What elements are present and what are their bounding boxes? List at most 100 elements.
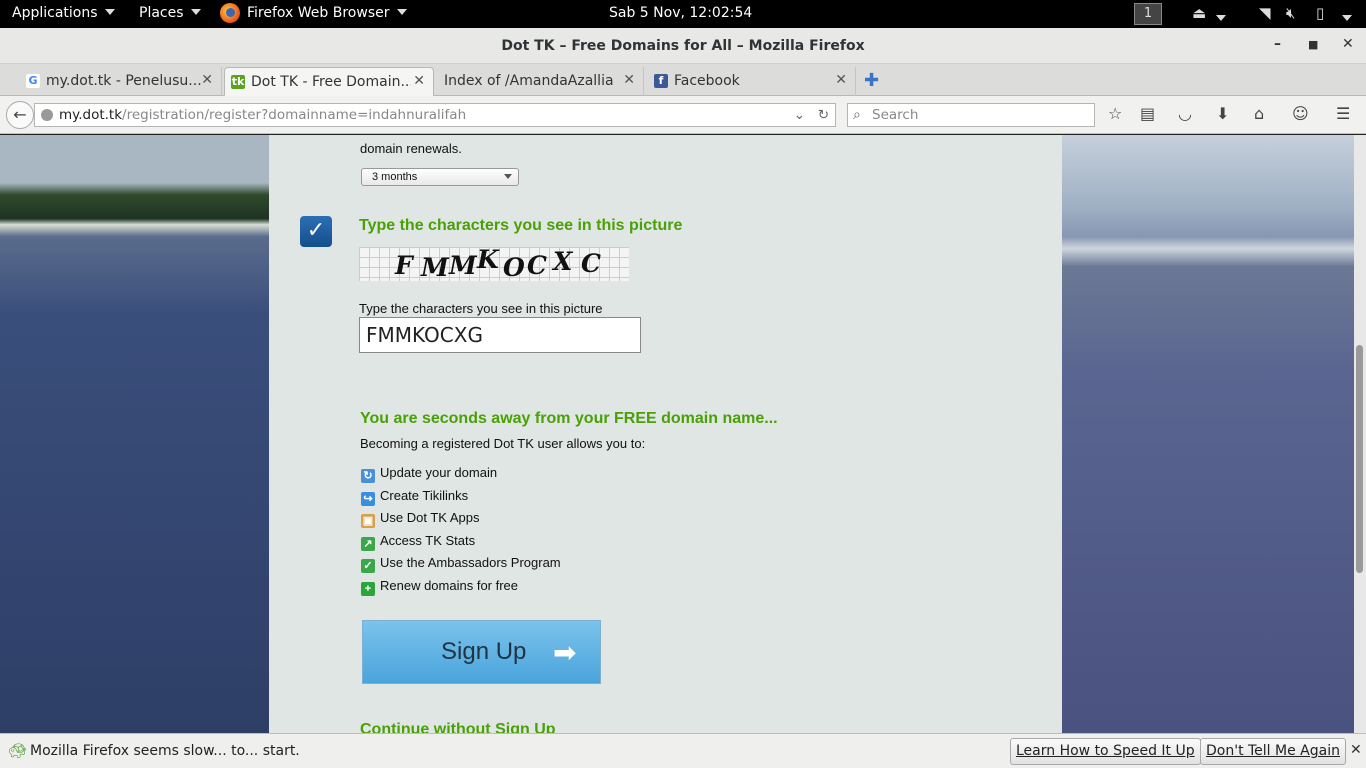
chevron-down-icon [396, 9, 407, 15]
new-tab-button[interactable]: ✚ [864, 70, 879, 91]
benefit-label: Access TK Stats [380, 533, 476, 548]
scrollbar-thumb[interactable] [1356, 345, 1363, 573]
captcha-char: M [421, 253, 449, 282]
benefit-item: ↪ Create Tikilinks [361, 488, 468, 506]
tab-label: Facebook [674, 73, 740, 89]
sign-up-button[interactable]: Sign Up ➡ [362, 620, 601, 684]
reload-icon[interactable]: ↻ [818, 104, 829, 126]
window-titlebar: Dot TK – Free Domains for All – Mozilla … [0, 28, 1366, 64]
tab-label: my.dot.tk - Penelusu... [46, 73, 202, 89]
sign-up-label: Sign Up [441, 638, 527, 665]
battery-icon[interactable]: ▯ [1316, 4, 1324, 22]
window-title: Dot TK – Free Domains for All – Mozilla … [501, 38, 865, 54]
captcha-image: F M M K O C X C [359, 245, 629, 282]
registration-panel: domain renewals. 3 months ✓ Type the cha… [269, 135, 1062, 733]
chat-icon[interactable]: ☺ [1292, 104, 1309, 123]
tab-label: Index of /AmandaAzallia [444, 73, 614, 89]
captcha-char: X [553, 247, 573, 276]
tab-label: Dot TK - Free Domain... [251, 74, 411, 90]
captcha-heading: Type the characters you see in this pict… [359, 217, 683, 234]
shield-check-icon: ✓ [361, 559, 375, 573]
continue-without-signup-link[interactable]: Continue without Sign Up [360, 721, 556, 733]
close-icon[interactable]: ✕ [1350, 742, 1362, 758]
captcha-char: C [527, 251, 547, 280]
plus-icon: + [361, 582, 375, 596]
places-menu[interactable]: Places [139, 5, 201, 21]
background-sea-right [1062, 135, 1354, 733]
captcha-char: C [581, 249, 601, 278]
close-icon[interactable]: ✕ [835, 72, 847, 88]
facebook-icon: f [654, 74, 668, 88]
places-label: Places [139, 5, 184, 21]
menu-icon[interactable]: ☰ [1336, 104, 1350, 123]
reading-list-icon[interactable]: ▤ [1140, 104, 1155, 123]
renewal-text: domain renewals. [360, 141, 462, 156]
search-bar[interactable]: ⌕ Search [847, 103, 1095, 127]
captcha-char: K [477, 245, 499, 274]
tab-index[interactable]: Index of /AmandaAzallia ✕ [436, 67, 644, 96]
link-arrow-icon: ↪ [361, 492, 375, 506]
tab-strip: G my.dot.tk - Penelusu... ✕ tk Dot TK - … [0, 64, 1366, 96]
notification-bar: 🐢︎ Mozilla Firefox seems slow... to... s… [0, 733, 1366, 768]
benefit-label: Update your domain [380, 465, 498, 480]
benefit-item: ↻ Update your domain [361, 465, 497, 483]
chevron-down-icon[interactable] [1216, 9, 1226, 27]
pocket-icon[interactable]: ◡ [1178, 104, 1192, 123]
firefox-icon [220, 3, 240, 23]
close-icon[interactable]: ✕ [413, 73, 425, 89]
turtle-icon: 🐢︎ [8, 742, 28, 760]
captcha-char: O [503, 253, 525, 282]
chevron-down-icon [190, 9, 201, 15]
promo-subtitle: Becoming a registered Dot TK user allows… [360, 436, 646, 451]
apps-box-icon: ▣ [361, 514, 375, 528]
app-menu[interactable]: Firefox Web Browser [247, 5, 407, 21]
tab-facebook[interactable]: f Facebook ✕ [648, 67, 856, 96]
renewal-period-select[interactable]: 3 months [361, 168, 519, 186]
search-placeholder: Search [872, 107, 919, 123]
tab-dottk[interactable]: tk Dot TK - Free Domain... ✕ [224, 67, 434, 96]
update-icon: ↻ [361, 469, 375, 483]
wifi-icon[interactable]: ◥ [1259, 4, 1271, 22]
close-icon[interactable]: ✕ [623, 72, 635, 88]
volume-muted-icon[interactable]: 🔇︎ [1286, 4, 1295, 22]
minimize-button[interactable]: – [1274, 36, 1281, 52]
url-path: /registration/register?domainname=indahn… [122, 107, 467, 123]
promo-heading: You are seconds away from your FREE doma… [360, 410, 778, 427]
benefit-item: ✓ Use the Ambassadors Program [361, 555, 561, 573]
maximize-button[interactable]: ■ [1308, 38, 1318, 51]
eject-icon[interactable]: ⏏ [1192, 4, 1206, 22]
applications-menu[interactable]: Applications [12, 5, 115, 21]
notification-message: Mozilla Firefox seems slow... to... star… [30, 743, 300, 759]
workspace-indicator[interactable]: 1 [1134, 3, 1162, 25]
dont-tell-again-button[interactable]: Don't Tell Me Again [1200, 738, 1346, 765]
site-info-icon[interactable] [41, 109, 53, 121]
arrow-right-icon: ➡ [553, 637, 577, 668]
chevron-down-icon[interactable]: ⌄ [794, 104, 805, 126]
close-icon[interactable]: ✕ [201, 72, 213, 88]
dottk-icon: tk [231, 75, 245, 89]
applications-label: Applications [12, 5, 98, 21]
benefit-label: Use the Ambassadors Program [380, 555, 561, 570]
bookmark-star-icon[interactable]: ☆ [1108, 104, 1122, 123]
benefit-item: ▣ Use Dot TK Apps [361, 510, 479, 528]
download-icon[interactable]: ⬇ [1216, 104, 1229, 123]
page-viewport: domain renewals. 3 months ✓ Type the cha… [0, 135, 1366, 733]
back-button[interactable]: ← [6, 101, 34, 129]
chevron-down-icon[interactable] [1342, 9, 1352, 27]
captcha-char: F [395, 251, 413, 280]
search-icon: ⌕ [853, 107, 861, 123]
url-bar[interactable]: my.dot.tk/registration/register?domainna… [34, 103, 836, 127]
benefit-label: Use Dot TK Apps [380, 510, 480, 525]
clock[interactable]: Sab 5 Nov, 12:02:54 [609, 5, 752, 21]
close-window-button[interactable]: ✕ [1342, 36, 1354, 52]
url-host: my.dot.tk [59, 107, 123, 123]
tab-google[interactable]: G my.dot.tk - Penelusu... ✕ [20, 67, 222, 96]
home-icon[interactable]: ⌂ [1254, 104, 1264, 123]
captcha-input[interactable]: FMMKOCXG [359, 317, 641, 353]
learn-speed-up-button[interactable]: Learn How to Speed It Up [1010, 738, 1201, 765]
captcha-char: M [449, 251, 477, 280]
background-sea-left [0, 135, 269, 733]
stats-chart-icon: ↗ [361, 537, 375, 551]
app-menu-label: Firefox Web Browser [247, 5, 390, 21]
benefit-item: ↗ Access TK Stats [361, 533, 475, 551]
